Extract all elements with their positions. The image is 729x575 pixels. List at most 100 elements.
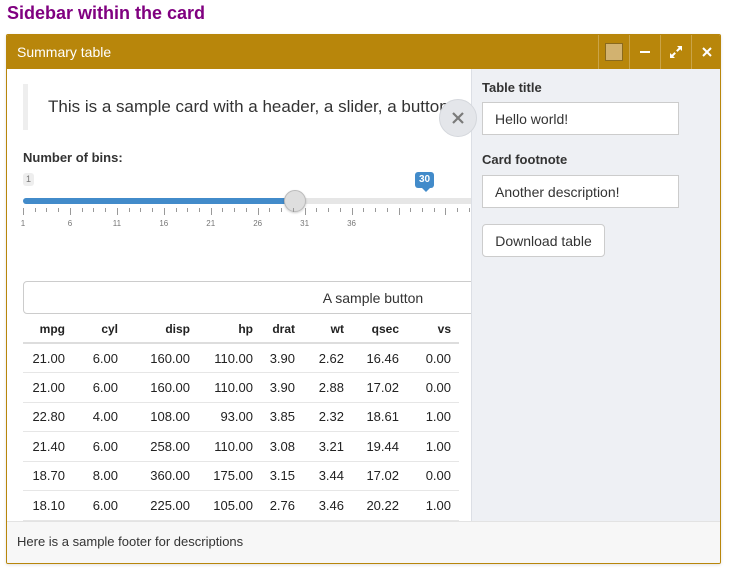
table-header-row: mpg cyl disp hp drat wt qsec vs bbox=[23, 315, 459, 344]
table-cell: 8.00 bbox=[73, 461, 126, 491]
bins-slider-label: Number of bins: bbox=[23, 150, 123, 165]
slider-minor-tick bbox=[222, 208, 224, 212]
slider-major-tick bbox=[116, 208, 118, 215]
close-icon bbox=[701, 47, 712, 57]
table-cell: 160.00 bbox=[126, 372, 198, 403]
table-cell: 3.44 bbox=[303, 461, 352, 491]
summary-table: mpg cyl disp hp drat wt qsec vs 21.00 6.00 160.00… bbox=[23, 315, 459, 521]
table-cell: 21.40 bbox=[23, 431, 73, 462]
card-footnote-label: Card footnote bbox=[482, 152, 568, 167]
slider-minor-tick bbox=[234, 208, 236, 212]
card-footer: Here is a sample footer for descriptions bbox=[7, 521, 720, 563]
table-cell: 6.00 bbox=[73, 431, 126, 462]
close-button[interactable] bbox=[691, 35, 720, 69]
slider-minor-tick bbox=[281, 208, 283, 212]
slider-minor-tick bbox=[468, 208, 470, 212]
table-cell: 2.62 bbox=[303, 343, 352, 373]
table-row: 22.80 4.00 108.00 93.00 3.85 2.32 18.61 1.00 bbox=[23, 402, 459, 432]
color-swatch-icon bbox=[604, 43, 623, 61]
minimize-button[interactable] bbox=[629, 35, 659, 69]
column-header: vs bbox=[407, 315, 459, 344]
page-title: Sidebar within the card bbox=[7, 3, 206, 23]
column-header: cyl bbox=[73, 315, 126, 344]
slider-track[interactable] bbox=[23, 198, 471, 204]
slider-major-tick bbox=[445, 208, 447, 215]
slider-minor-tick bbox=[433, 208, 435, 212]
close-icon bbox=[452, 112, 464, 124]
card-main: This is a sample card with a header, a s… bbox=[7, 69, 471, 521]
table-cell: 1.00 bbox=[407, 431, 459, 462]
color-swatch-button[interactable] bbox=[598, 35, 628, 69]
card-description: This is a sample card with a header, a s… bbox=[23, 84, 471, 130]
slider-minor-tick bbox=[410, 208, 412, 212]
table-cell: 6.00 bbox=[73, 372, 126, 403]
table-cell: 3.90 bbox=[261, 343, 303, 373]
expand-button[interactable] bbox=[660, 35, 690, 69]
minimize-icon bbox=[639, 51, 650, 53]
table-cell: 21.00 bbox=[23, 343, 73, 373]
table-cell: 3.08 bbox=[261, 431, 303, 462]
card-title: Summary table bbox=[17, 44, 112, 60]
slider-minor-tick bbox=[363, 208, 365, 212]
table-cell: 2.32 bbox=[303, 402, 352, 432]
table-row: 18.70 8.00 360.00 175.00 3.15 3.44 17.02 0.00 bbox=[23, 461, 459, 491]
slider-minor-tick bbox=[81, 208, 83, 212]
slider-minor-tick bbox=[175, 208, 177, 212]
table-title-label: Table title bbox=[482, 80, 542, 95]
download-table-button[interactable]: Download table bbox=[482, 224, 605, 257]
table-body: 21.00 6.00 160.00 110.00 3.90 2.62 16.46 0.00 21… bbox=[23, 343, 459, 521]
table-cell: 2.76 bbox=[261, 490, 303, 521]
slider-minor-tick bbox=[34, 208, 36, 212]
slider-minor-tick bbox=[46, 208, 48, 212]
column-header: wt bbox=[303, 315, 352, 344]
table-cell: 0.00 bbox=[407, 343, 459, 373]
table-cell: 3.15 bbox=[261, 461, 303, 491]
slider-major-tick bbox=[304, 208, 306, 215]
table-cell: 3.21 bbox=[303, 431, 352, 462]
table-cell: 258.00 bbox=[126, 431, 198, 462]
slider-handle[interactable] bbox=[284, 190, 307, 212]
slider-minor-tick bbox=[199, 208, 201, 212]
slider-minor-tick bbox=[375, 208, 377, 212]
slider-minor-tick bbox=[187, 208, 189, 212]
table-cell: 1.00 bbox=[407, 402, 459, 432]
slider-minor-tick bbox=[128, 208, 130, 212]
slider-minor-tick bbox=[339, 208, 341, 212]
card-footnote-input[interactable] bbox=[482, 175, 679, 208]
slider-minor-tick bbox=[421, 208, 423, 212]
summary-card: Summary table This is a sample card with… bbox=[6, 34, 721, 564]
slider-tick-label: 31 bbox=[300, 219, 310, 228]
slider-major-tick bbox=[163, 208, 165, 215]
slider-minor-tick bbox=[152, 208, 154, 212]
slider-minor-tick bbox=[93, 208, 95, 212]
slider-fill bbox=[23, 198, 296, 204]
table-cell: 0.00 bbox=[407, 372, 459, 403]
table-cell: 18.70 bbox=[23, 461, 73, 491]
table-title-input[interactable] bbox=[482, 102, 679, 135]
card-header: Summary table bbox=[7, 35, 720, 69]
table-cell: 1.00 bbox=[407, 490, 459, 521]
slider-tick-label: 16 bbox=[159, 219, 169, 228]
slider-value-label: 30 bbox=[415, 172, 435, 192]
slider-minor-tick bbox=[245, 208, 247, 212]
table-cell: 19.44 bbox=[352, 431, 407, 462]
slider-minor-tick bbox=[328, 208, 330, 212]
slider-major-tick bbox=[210, 208, 212, 215]
table-cell: 110.00 bbox=[198, 343, 261, 373]
table-row: 21.00 6.00 160.00 110.00 3.90 2.88 17.02 0.00 bbox=[23, 372, 459, 403]
sample-button[interactable]: A sample button bbox=[23, 281, 471, 314]
table-cell: 93.00 bbox=[198, 402, 261, 432]
table-cell: 6.00 bbox=[73, 343, 126, 373]
slider-major-tick bbox=[398, 208, 400, 215]
slider-tick-label: 11 bbox=[112, 219, 122, 228]
table-cell: 110.00 bbox=[198, 372, 261, 403]
sidebar-collapse-toggle[interactable] bbox=[439, 99, 477, 137]
slider-tick-label: 21 bbox=[206, 219, 216, 228]
table-cell: 4.00 bbox=[73, 402, 126, 432]
slider-major-tick bbox=[257, 208, 259, 215]
card-footer-text: Here is a sample footer for descriptions bbox=[17, 534, 244, 549]
slider-minor-tick bbox=[457, 208, 459, 212]
card-sidebar: Table title Card footnote Download table bbox=[471, 69, 720, 521]
table-cell: 18.61 bbox=[352, 402, 407, 432]
slider-major-tick bbox=[351, 208, 353, 215]
